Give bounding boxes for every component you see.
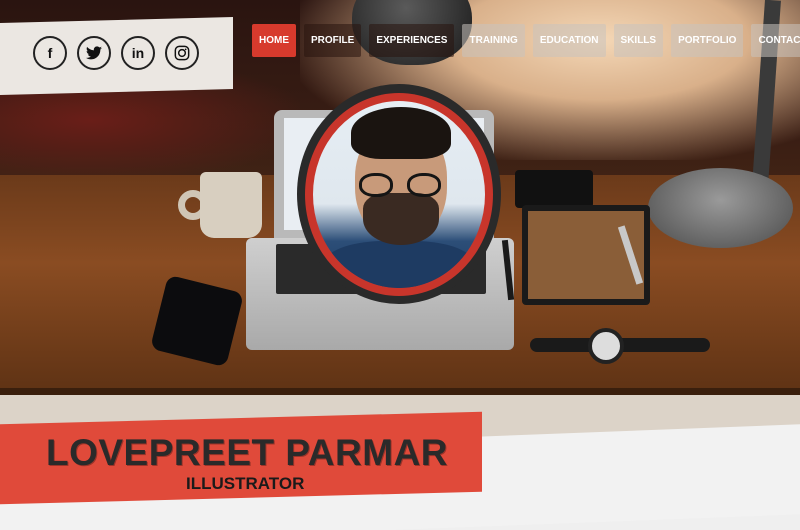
nav-skills[interactable]: SKILLS [613,24,664,57]
avatar-shirt [323,241,475,288]
coffee-mug [200,172,262,238]
lamp-base [648,168,793,248]
avatar [313,101,485,288]
profile-role: ILLUSTRATOR [186,474,305,493]
nav-education[interactable]: EDUCATION [532,24,606,57]
wallet [515,170,593,208]
nav-portfolio[interactable]: PORTFOLIO [671,24,744,57]
twitter-icon[interactable] [77,36,111,70]
nav-training[interactable]: TRAINING [462,24,525,57]
avatar-beard [363,193,439,245]
nav-experiences[interactable]: EXPERIENCES [369,24,455,57]
desk-edge [0,388,800,395]
nav-profile[interactable]: PROFILE [304,24,362,57]
nav-contact[interactable]: CONTACT [751,24,800,57]
avatar-glasses-lens [407,173,441,197]
facebook-icon[interactable]: f [33,36,67,70]
nav-home[interactable]: HOME [252,24,296,57]
instagram-icon[interactable] [165,36,199,70]
social-links: f in [33,36,199,70]
wristwatch-face [588,328,624,364]
avatar-glasses-lens [359,173,393,197]
linkedin-icon[interactable]: in [121,36,155,70]
instagram-camera-icon [174,45,190,61]
twitter-bird-icon [86,46,102,60]
profile-name: LOVEPREET PARMAR [46,432,449,473]
avatar-glasses [359,173,443,197]
avatar-hair [351,107,451,159]
main-nav: HOME PROFILE EXPERIENCES TRAINING EDUCAT… [252,24,800,57]
